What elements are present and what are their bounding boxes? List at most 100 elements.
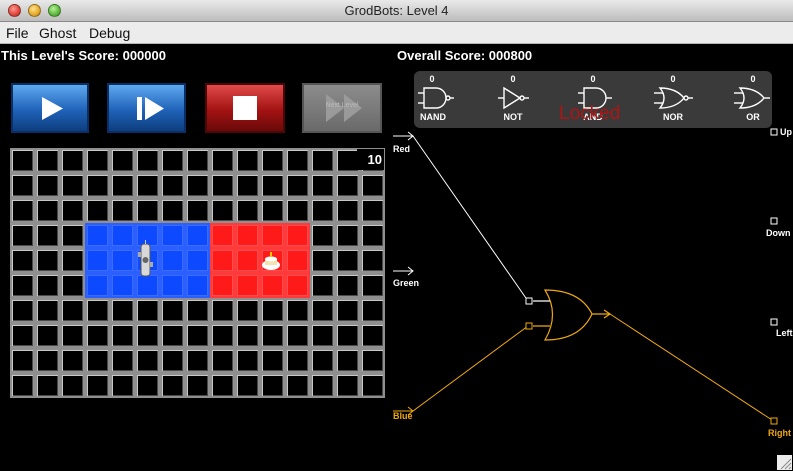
board-cell (60, 348, 85, 373)
red-input-label: Red (393, 144, 411, 154)
board-cell (360, 298, 385, 323)
left-output-port (770, 318, 778, 326)
menu-debug[interactable]: Debug (89, 25, 130, 41)
menu-ghost[interactable]: Ghost (39, 25, 76, 41)
left-output-label: Left (776, 328, 793, 338)
board-cell (285, 298, 310, 323)
board-cell (285, 373, 310, 398)
board-cell (85, 298, 110, 323)
board-cell (35, 323, 60, 348)
board-cell (35, 173, 60, 198)
board-cell (10, 173, 35, 198)
board-cell (60, 198, 85, 223)
board-cell (210, 198, 235, 223)
or-input-a-port (525, 297, 533, 305)
board-cell (185, 348, 210, 373)
board-cell (185, 223, 210, 248)
board-cell (260, 173, 285, 198)
board-cell (185, 148, 210, 173)
board-cell (85, 323, 110, 348)
board-cell (210, 298, 235, 323)
or-gate-placed (533, 289, 612, 341)
board-cell (310, 348, 335, 373)
board-cell (210, 248, 235, 273)
board-cell (360, 348, 385, 373)
board-cell (235, 248, 260, 273)
board-cell (235, 298, 260, 323)
board-cell (285, 198, 310, 223)
board-cell (360, 373, 385, 398)
board-cell (60, 373, 85, 398)
board-cell (310, 248, 335, 273)
board-cell (235, 323, 260, 348)
board-cell (85, 198, 110, 223)
board-cell (235, 348, 260, 373)
down-output-label: Down (766, 228, 791, 238)
board-cell (135, 148, 160, 173)
board-cell (60, 273, 85, 298)
board-cell (60, 298, 85, 323)
board-cell (210, 348, 235, 373)
board-cell (310, 173, 335, 198)
window-titlebar: GrodBots: Level 4 (0, 0, 793, 22)
board-cell (160, 373, 185, 398)
board-cell (335, 223, 360, 248)
board-cell (235, 198, 260, 223)
board-cell (210, 373, 235, 398)
board-cell (285, 348, 310, 373)
board-cell (135, 323, 160, 348)
step-button[interactable] (107, 83, 186, 133)
board-cell (85, 348, 110, 373)
board-cell (135, 348, 160, 373)
nand-label: NAND (420, 112, 446, 122)
board-cell (135, 298, 160, 323)
stop-button[interactable] (205, 83, 285, 133)
board-cell (85, 173, 110, 198)
board-cell (285, 173, 310, 198)
board-cell (10, 273, 35, 298)
board-cell (185, 323, 210, 348)
board-cell (285, 223, 310, 248)
board-cell (10, 373, 35, 398)
or-gate-icon (734, 87, 770, 109)
step-icon (137, 97, 164, 120)
board-cell (335, 198, 360, 223)
board-cell (110, 173, 135, 198)
board-cell (35, 248, 60, 273)
board-cell (260, 273, 285, 298)
board-cell (10, 323, 35, 348)
board-cell (335, 373, 360, 398)
board-cell (160, 223, 185, 248)
next-level-button[interactable]: Next Level (302, 83, 382, 133)
board-cell (185, 173, 210, 198)
board-cell (235, 173, 260, 198)
board-cell (160, 173, 185, 198)
board-cell (10, 198, 35, 223)
board-cell (160, 198, 185, 223)
goal-cake-sprite (262, 252, 280, 270)
board-cell (10, 223, 35, 248)
menu-file[interactable]: File (6, 25, 29, 41)
board-cell (85, 373, 110, 398)
play-button[interactable] (11, 83, 89, 133)
board-cell (10, 298, 35, 323)
blue-input-label: Blue (393, 411, 413, 421)
board-cell (35, 373, 60, 398)
game-board[interactable] (10, 148, 385, 398)
board-cell (335, 273, 360, 298)
resize-grip-icon[interactable] (777, 455, 792, 470)
board-cell (235, 373, 260, 398)
circuit-canvas[interactable] (390, 128, 793, 471)
board-cell (310, 198, 335, 223)
board-cell (335, 173, 360, 198)
menu-bar: File Ghost Debug (0, 22, 793, 44)
board-cell (260, 148, 285, 173)
board-cell (135, 173, 160, 198)
board-cell (85, 148, 110, 173)
board-cell (110, 248, 135, 273)
green-input-label: Green (393, 278, 420, 288)
overall-score: Overall Score: 000800 (397, 48, 533, 63)
board-cell (210, 323, 235, 348)
board-cell (35, 298, 60, 323)
board-cell (35, 198, 60, 223)
